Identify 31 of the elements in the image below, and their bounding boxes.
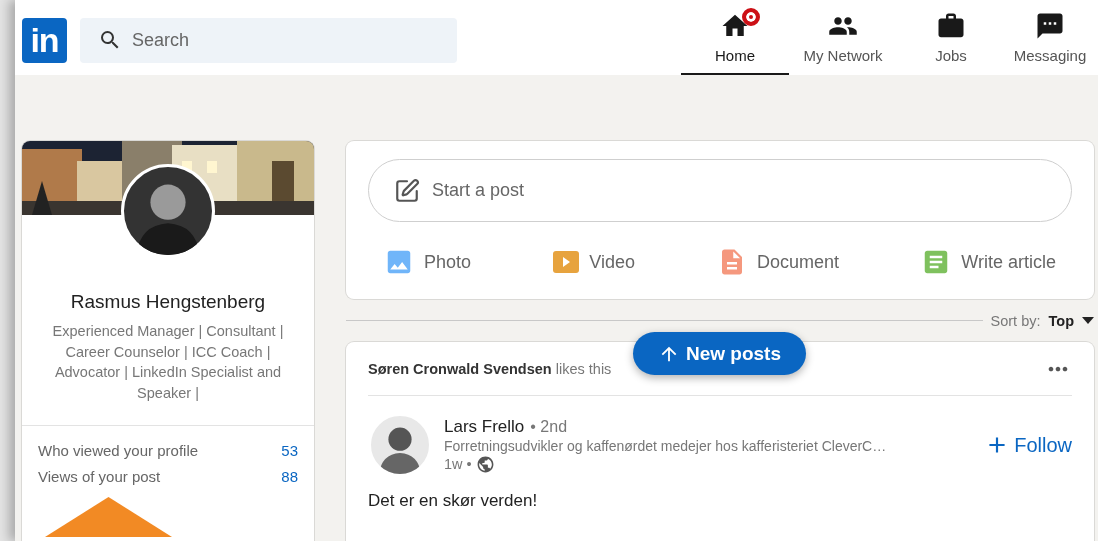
new-posts-button[interactable]: New posts: [633, 332, 806, 375]
nav-tab[interactable]: My Network: [789, 0, 897, 75]
connection-degree: • 2nd: [530, 417, 568, 436]
globe-icon: [475, 454, 495, 474]
author-name[interactable]: Lars Frello: [444, 416, 525, 437]
author-headline: Forretningsudvikler og kaffenørdet medejer hos kafferisteriet CleverC…: [444, 437, 888, 454]
nav-tab[interactable]: Messaging: [1005, 0, 1095, 75]
profile-headline: Experienced Manager | Consultant | Career Counselor | ICC Coach | Advocator | LinkedIn Specialist and Speaker |: [51, 322, 285, 403]
stat-value[interactable]: 53: [281, 442, 298, 459]
search-field[interactable]: Search: [80, 18, 457, 63]
stat-label[interactable]: Who viewed your profile: [38, 442, 199, 459]
post-time: 1w •: [444, 456, 472, 472]
stat-label[interactable]: Views of your post: [38, 468, 161, 485]
share-action[interactable]: Photo: [384, 247, 472, 277]
post-text: Det er en skør verden!: [368, 491, 539, 511]
stat-value[interactable]: 88: [281, 468, 298, 485]
logo[interactable]: in: [22, 18, 67, 63]
nav-tab[interactable]: Home: [681, 0, 789, 75]
caret-icon: [1082, 317, 1094, 324]
sort-label: Sort by:: [990, 312, 1041, 329]
pen-icon: [394, 177, 420, 204]
messaging-icon: [1035, 11, 1065, 41]
share-action[interactable]: Write article: [921, 247, 1056, 277]
play-icon: [553, 251, 580, 273]
post-context: Søren Cronwald Svendsen likes this: [368, 360, 612, 377]
nav-tab[interactable]: Jobs: [897, 0, 1005, 75]
profile-name[interactable]: Rasmus Hengstenberg: [22, 291, 314, 313]
share-action[interactable]: Video: [553, 247, 635, 277]
sort-dropdown[interactable]: Top: [1048, 312, 1094, 329]
share-action[interactable]: Document: [717, 247, 840, 277]
follow-button[interactable]: Follow: [984, 432, 1072, 458]
